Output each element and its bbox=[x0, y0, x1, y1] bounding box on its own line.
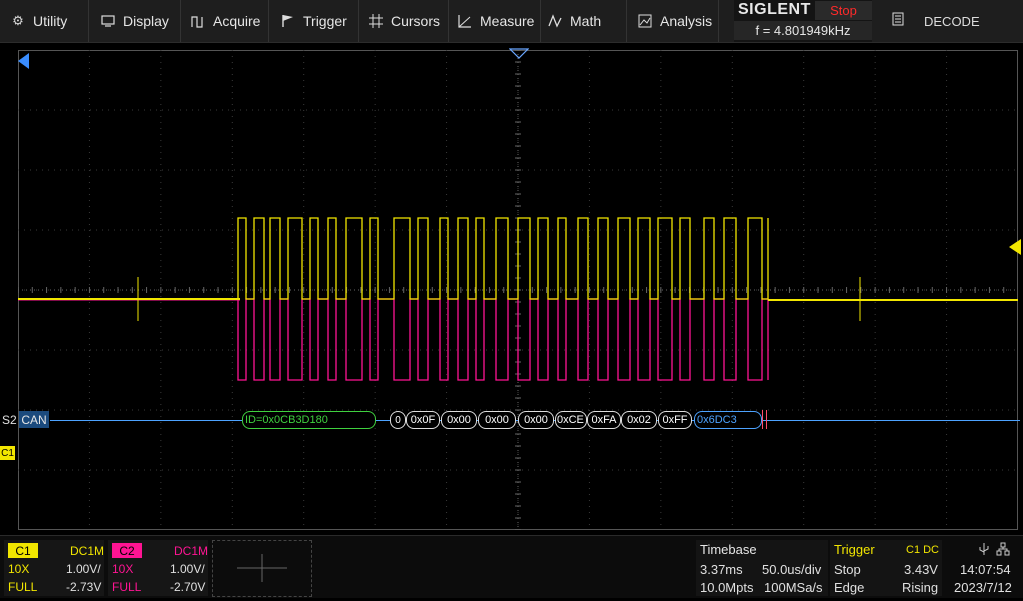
menu-utility[interactable]: ⚙ Utility bbox=[10, 0, 67, 42]
channel1-probe: 10X bbox=[8, 561, 30, 576]
menu-measure[interactable]: Measure bbox=[457, 0, 534, 42]
can-data-frame[interactable]: 0xFA bbox=[587, 411, 621, 429]
channel1-offset: -2.73V bbox=[66, 579, 102, 594]
menu-display[interactable]: Display bbox=[100, 0, 169, 42]
can-id-frame[interactable]: ID=0x0CB3D180 bbox=[242, 411, 376, 429]
channel2-probe: 10X bbox=[112, 561, 134, 576]
can-end-marker bbox=[762, 410, 767, 429]
channel1-scale: 1.00V/ bbox=[66, 561, 101, 576]
timebase-panel[interactable]: Timebase 3.37ms 50.0us/div 10.0Mpts 100M… bbox=[696, 540, 828, 596]
menu-acquire[interactable]: Acquire bbox=[190, 0, 260, 42]
menu-acquire-label: Acquire bbox=[213, 13, 261, 29]
can-data-frame[interactable]: 0x00 bbox=[518, 411, 554, 429]
timebase-memory: 10.0Mpts bbox=[700, 580, 754, 595]
clock-time: 14:07:54 bbox=[960, 562, 1011, 577]
run-stop-status[interactable]: Stop bbox=[815, 1, 872, 20]
frequency-counter: f = 4.801949kHz bbox=[734, 21, 872, 40]
channel2-can-signal bbox=[237, 298, 769, 381]
plus-icon bbox=[237, 554, 287, 582]
timebase-title: Timebase bbox=[700, 542, 757, 557]
channel1-can-signal bbox=[237, 217, 769, 300]
bus-protocol-label[interactable]: CAN bbox=[19, 411, 49, 428]
menu-decode[interactable]: DECODE bbox=[880, 0, 1023, 42]
menu-divider bbox=[88, 0, 89, 42]
menu-divider bbox=[448, 0, 449, 42]
trigger-level-marker[interactable] bbox=[1009, 239, 1021, 255]
menu-analysis[interactable]: Analysis bbox=[637, 0, 712, 42]
channel2-tag: C2 bbox=[112, 543, 142, 558]
menu-divider bbox=[358, 0, 359, 42]
brand-name: SIGLENT bbox=[738, 1, 811, 18]
timebase-samplerate: 100MSa/s bbox=[764, 580, 823, 595]
trigger-title: Trigger bbox=[834, 542, 875, 557]
flag-icon bbox=[280, 13, 296, 29]
menu-trigger-label: Trigger bbox=[303, 13, 347, 29]
can-data-frame[interactable]: 0x00 bbox=[441, 411, 477, 429]
monitor-icon bbox=[100, 13, 116, 29]
menu-divider bbox=[626, 0, 627, 42]
menu-utility-label: Utility bbox=[33, 13, 68, 29]
menu-bar: ⚙ Utility Display Acquire Trigger Cursor… bbox=[0, 0, 1023, 43]
timebase-scale: 50.0us/div bbox=[762, 562, 822, 577]
brand-status: SIGLENT Stop f = 4.801949kHz bbox=[734, 0, 872, 42]
menu-analysis-label: Analysis bbox=[660, 13, 713, 29]
bus-slot-label: S2 bbox=[2, 413, 17, 427]
trigger-type: Edge bbox=[834, 580, 865, 595]
menu-decode-label: DECODE bbox=[924, 13, 980, 29]
trigger-source: C1 DC bbox=[906, 544, 940, 556]
channel2-info[interactable]: C2 DC1M 10X 1.00V/ FULL -2.70V bbox=[108, 540, 208, 596]
channel2-offset: -2.70V bbox=[170, 579, 206, 594]
gear-icon: ⚙ bbox=[12, 13, 24, 28]
usb-icon bbox=[978, 542, 990, 559]
trigger-level: 3.43V bbox=[904, 562, 938, 577]
channel1-offset-marker[interactable]: C1 bbox=[0, 446, 15, 460]
clock-panel: 14:07:54 2023/7/12 bbox=[946, 540, 1022, 596]
trigger-panel[interactable]: Trigger C1 DC Stop 3.43V Edge Rising bbox=[830, 540, 942, 596]
menu-measure-label: Measure bbox=[480, 13, 535, 29]
channel1-bandwidth: FULL bbox=[8, 579, 38, 594]
channel1-coupling: DC1M bbox=[70, 543, 105, 558]
can-data-frame[interactable]: 0xCE bbox=[555, 411, 587, 429]
menu-math-label: Math bbox=[570, 13, 602, 29]
timebase-delay: 3.37ms bbox=[700, 562, 743, 577]
menu-divider bbox=[268, 0, 269, 42]
waveform-display[interactable] bbox=[18, 50, 1018, 530]
clock-date: 2023/7/12 bbox=[954, 580, 1012, 595]
menu-divider bbox=[540, 0, 541, 42]
cursors-icon bbox=[368, 13, 384, 29]
can-data-frame[interactable]: 0xFF bbox=[658, 411, 692, 429]
menu-divider bbox=[718, 0, 719, 42]
network-icon bbox=[996, 542, 1010, 559]
trigger-slope: Rising bbox=[902, 580, 939, 595]
channel1-info[interactable]: C1 DC1M 10X 1.00V/ FULL -2.73V bbox=[4, 540, 104, 596]
menu-display-label: Display bbox=[123, 13, 169, 29]
can-data-frame[interactable]: 0x00 bbox=[478, 411, 516, 429]
menu-cursors-label: Cursors bbox=[391, 13, 441, 29]
menu-math[interactable]: Math bbox=[547, 0, 601, 42]
channel2-trace bbox=[18, 298, 1018, 381]
menu-cursors[interactable]: Cursors bbox=[368, 0, 440, 42]
acquire-icon bbox=[190, 13, 206, 29]
analysis-icon bbox=[637, 13, 653, 29]
channel2-scale: 1.00V/ bbox=[170, 561, 205, 576]
menu-trigger[interactable]: Trigger bbox=[280, 0, 347, 42]
channel1-tag: C1 bbox=[8, 543, 38, 558]
document-icon bbox=[892, 12, 904, 31]
math-icon bbox=[547, 13, 563, 29]
menu-divider bbox=[180, 0, 181, 42]
horizontal-offset-marker[interactable] bbox=[18, 53, 30, 69]
ruler-icon bbox=[457, 13, 473, 29]
can-data-frame[interactable]: 0x0F bbox=[406, 411, 440, 429]
channel2-coupling: DC1M bbox=[174, 543, 209, 558]
trigger-position-marker[interactable] bbox=[509, 48, 529, 60]
trigger-mode: Stop bbox=[834, 562, 861, 577]
can-dlc-frame[interactable]: 0 bbox=[390, 411, 406, 429]
channel2-bandwidth: FULL bbox=[112, 579, 142, 594]
can-data-frame[interactable]: 0x02 bbox=[621, 411, 657, 429]
can-crc-frame[interactable]: 0x6DC3 bbox=[694, 411, 762, 429]
add-channel-slot[interactable] bbox=[212, 540, 312, 597]
